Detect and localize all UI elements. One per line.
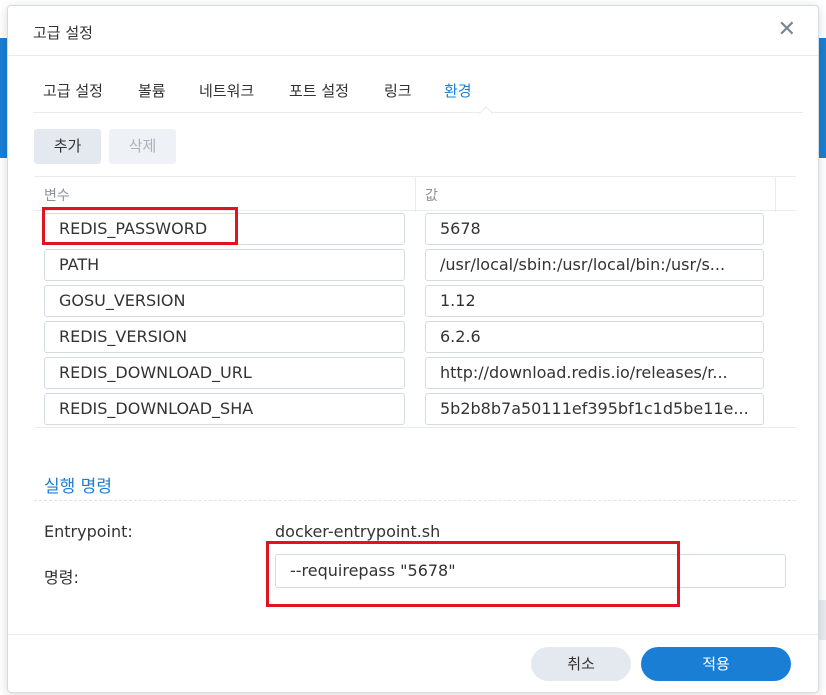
apply-button[interactable]: 적용 bbox=[641, 647, 791, 681]
close-icon[interactable]: ✕ bbox=[778, 19, 796, 41]
variable-value-input[interactable]: /usr/local/sbin:/usr/local/bin:/usr/s... bbox=[425, 249, 764, 281]
section-divider bbox=[34, 500, 796, 501]
variable-name-input[interactable]: REDIS_DOWNLOAD_URL bbox=[44, 357, 405, 389]
background-window-edge bbox=[818, 38, 826, 158]
variable-name-input[interactable]: REDIS_DOWNLOAD_SHA bbox=[44, 393, 405, 425]
variable-name-input[interactable]: GOSU_VERSION bbox=[44, 285, 405, 317]
variable-value-input[interactable]: 1.12 bbox=[425, 285, 764, 317]
variable-value-input[interactable]: http://download.redis.io/releases/r... bbox=[425, 357, 764, 389]
tab-volume[interactable]: 볼륨 bbox=[138, 80, 166, 101]
highlight-box-password bbox=[42, 207, 238, 245]
table-row: REDIS_DOWNLOAD_SHA 5b2b8b7a50111ef395bf1… bbox=[34, 391, 796, 427]
entrypoint-label: Entrypoint: bbox=[44, 522, 133, 541]
column-header-value: 값 bbox=[425, 188, 438, 204]
column-divider bbox=[775, 177, 776, 212]
variable-name-input[interactable]: PATH bbox=[44, 249, 405, 281]
variable-value-input[interactable]: 5b2b8b7a50111ef395bf1c1d5be11e... bbox=[425, 393, 764, 425]
table-row: REDIS_VERSION 6.2.6 bbox=[34, 319, 796, 355]
tab-port-settings[interactable]: 포트 설정 bbox=[289, 80, 349, 101]
table-row: REDIS_DOWNLOAD_URL http://download.redis… bbox=[34, 355, 796, 391]
variable-value-input[interactable]: 6.2.6 bbox=[425, 321, 764, 353]
tab-bar: 고급 설정 볼륨 네트워크 포트 설정 링크 환경 bbox=[33, 56, 803, 114]
table-row: PATH /usr/local/sbin:/usr/local/bin:/usr… bbox=[34, 247, 796, 283]
tab-links[interactable]: 링크 bbox=[384, 80, 412, 101]
dialog-title: 고급 설정 bbox=[33, 24, 93, 42]
add-button[interactable]: 추가 bbox=[34, 129, 101, 164]
column-divider bbox=[415, 177, 416, 212]
variable-value-input[interactable]: 5678 bbox=[425, 213, 764, 245]
column-header-variable: 변수 bbox=[44, 188, 70, 204]
advanced-settings-dialog: 고급 설정 ✕ 고급 설정 볼륨 네트워크 포트 설정 링크 환경 추가 삭제 … bbox=[7, 5, 819, 693]
dialog-title-bar: 고급 설정 ✕ bbox=[8, 6, 818, 56]
tab-environment[interactable]: 환경 bbox=[444, 80, 472, 101]
highlight-box-command bbox=[266, 541, 680, 607]
table-bottom-border bbox=[34, 427, 796, 428]
tab-advanced-settings[interactable]: 고급 설정 bbox=[43, 80, 103, 101]
table-header: 변수 값 bbox=[34, 176, 796, 212]
delete-button[interactable]: 삭제 bbox=[109, 129, 176, 164]
table-row: GOSU_VERSION 1.12 bbox=[34, 283, 796, 319]
cancel-button[interactable]: 취소 bbox=[531, 647, 631, 681]
entrypoint-value: docker-entrypoint.sh bbox=[275, 522, 441, 541]
active-tab-caret-icon bbox=[479, 106, 493, 114]
footer-divider bbox=[8, 634, 818, 635]
section-title-execution: 실행 명령 bbox=[44, 477, 112, 497]
tab-network[interactable]: 네트워크 bbox=[199, 80, 254, 101]
command-label: 명령: bbox=[44, 568, 79, 587]
variable-name-input[interactable]: REDIS_VERSION bbox=[44, 321, 405, 353]
background-window-edge bbox=[818, 600, 826, 640]
